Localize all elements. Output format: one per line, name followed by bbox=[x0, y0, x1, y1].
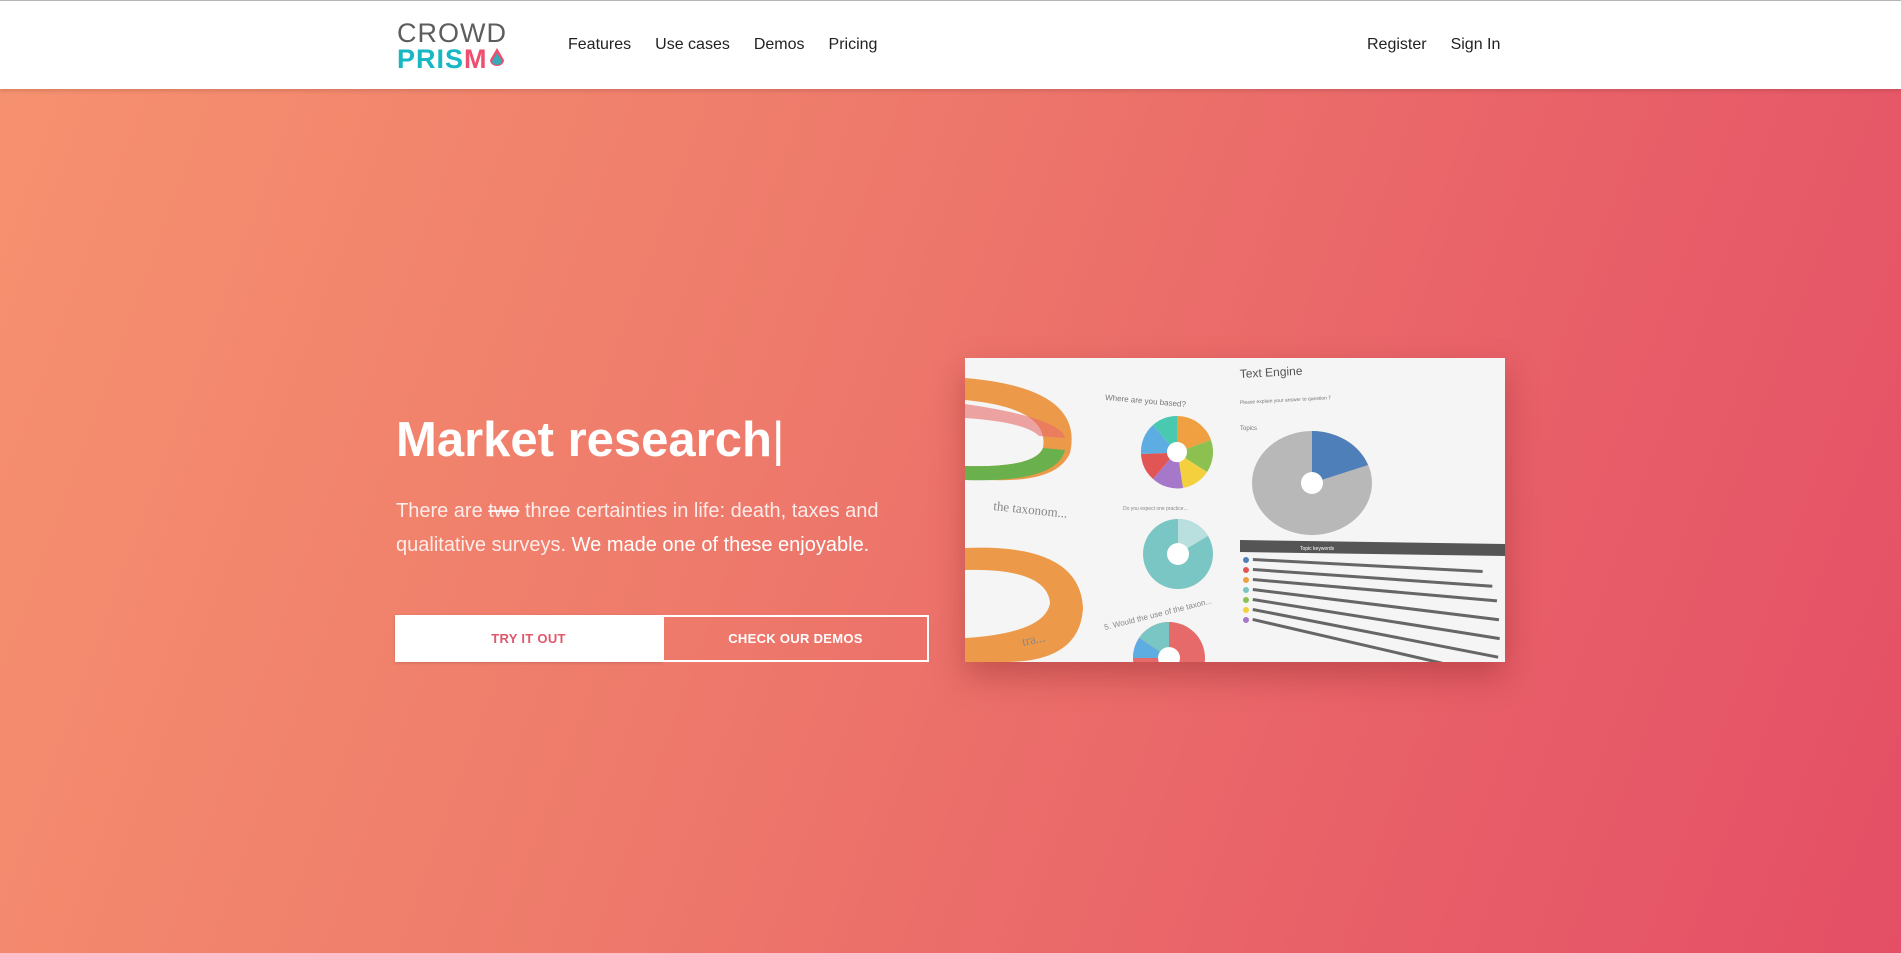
logo-line-crowd: CROWD bbox=[397, 18, 507, 48]
check-demos-button[interactable]: CHECK OUR DEMOS bbox=[662, 615, 929, 662]
topics-pie-chart bbox=[1252, 431, 1372, 535]
nav-pricing[interactable]: Pricing bbox=[829, 35, 878, 55]
subtext-part1: There are bbox=[396, 500, 489, 522]
account-nav: Register Sign In bbox=[1367, 35, 1524, 55]
hero-subtext: There are two three certainties in life:… bbox=[396, 494, 936, 562]
practice-donut-chart bbox=[1143, 519, 1213, 589]
try-it-out-button[interactable]: TRY IT OUT bbox=[395, 615, 662, 662]
crowdprism-logo[interactable]: CROWD PRISM bbox=[397, 18, 507, 73]
hero-headline: Market research| bbox=[396, 412, 785, 468]
nav-features[interactable]: Features bbox=[568, 35, 631, 55]
nav-use-cases[interactable]: Use cases bbox=[655, 35, 730, 55]
hero-cta-group: TRY IT OUT CHECK OUR DEMOS bbox=[395, 615, 929, 662]
question-topics: Topics bbox=[1240, 426, 1257, 432]
prism-drop-icon bbox=[489, 45, 505, 72]
main-nav: Features Use cases Demos Pricing bbox=[568, 35, 901, 55]
top-navbar: CROWD PRISM Features Use cases Demos Pri… bbox=[0, 0, 1901, 89]
typing-cursor: | bbox=[771, 413, 785, 467]
subtext-strikethrough: two bbox=[488, 500, 520, 522]
logo-line-prism: PRISM bbox=[397, 46, 507, 73]
dashboard-screenshot-illustration: the taxonom... tra... Text Engine Please… bbox=[965, 358, 1505, 662]
hero-section bbox=[0, 89, 1901, 953]
register-link[interactable]: Register bbox=[1367, 35, 1427, 55]
headline-text: Market research bbox=[396, 413, 772, 467]
location-donut-chart bbox=[1140, 415, 1214, 489]
sign-in-link[interactable]: Sign In bbox=[1451, 35, 1501, 55]
subtext-emphasis: We made one of these enjoyable. bbox=[566, 534, 870, 556]
product-preview-image: the taxonom... tra... Text Engine Please… bbox=[965, 358, 1505, 662]
keywords-header: Topic keywords bbox=[1300, 546, 1335, 552]
question-practice: Do you expect one practice... bbox=[1123, 506, 1188, 512]
nav-demos[interactable]: Demos bbox=[754, 35, 805, 55]
